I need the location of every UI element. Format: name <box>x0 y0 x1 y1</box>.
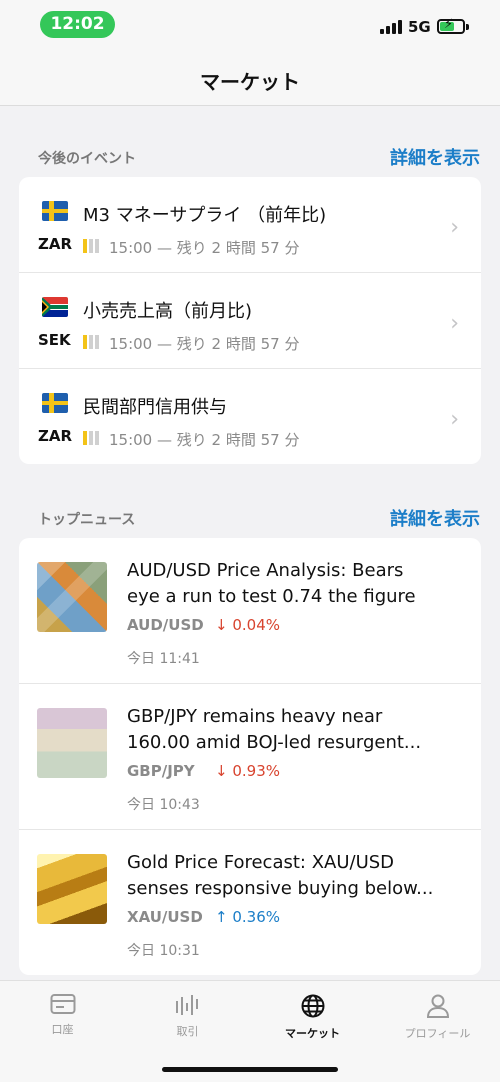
news-change: ↑ 0.36% <box>215 908 280 926</box>
event-time: 15:00 — 残り 2 時間 57 分 <box>109 431 300 449</box>
event-title: M3 マネーサプライ （前年比) <box>83 205 327 226</box>
event-row[interactable]: 小売売上高（前月比) SEK 15:00 — 残り 2 時間 57 分 › <box>19 273 481 369</box>
gbp-banknotes-image <box>37 708 107 778</box>
importance-bars-icon <box>83 335 99 349</box>
event-time: 15:00 — 残り 2 時間 57 分 <box>109 239 300 257</box>
news-headline: AUD/USD Price Analysis: Bears eye a run … <box>127 558 457 610</box>
aud-banknotes-image <box>37 562 107 632</box>
news-headline-line-1: Gold Price Forecast: XAU/USD <box>127 852 395 873</box>
news-headline-line-2: 160.00 amid BOJ-led resurgent... <box>127 732 422 753</box>
news-row[interactable]: Gold Price Forecast: XAU/USD senses resp… <box>19 830 481 975</box>
news-headline-line-2: senses responsive buying below... <box>127 878 434 899</box>
page-title: マーケット <box>200 70 300 94</box>
tab-label: プロフィール <box>404 1027 471 1040</box>
profile-icon <box>426 994 449 1018</box>
news-headline: GBP/JPY remains heavy near 160.00 amid B… <box>127 704 457 756</box>
news-time: 今日 11:41 <box>127 651 200 667</box>
event-currency: ZAR <box>38 235 73 253</box>
sweden-flag-icon <box>42 201 68 221</box>
chevron-right-icon: › <box>450 311 459 336</box>
gold-bars-image <box>37 854 107 924</box>
news-headline-line-2: eye a run to test 0.74 the figure <box>127 586 416 607</box>
trading-chart-icon <box>175 995 198 1015</box>
events-section-title: 今後のイベント <box>38 151 136 167</box>
importance-bars-icon <box>83 239 99 253</box>
event-currency: SEK <box>38 331 71 349</box>
status-time[interactable]: 12:02 <box>40 11 115 38</box>
news-section-title: トップニュース <box>38 512 136 528</box>
chevron-right-icon: › <box>450 407 459 432</box>
news-more-link[interactable]: 詳細を表示 <box>390 505 480 531</box>
chevron-right-icon: › <box>450 215 459 240</box>
charging-bolt-icon: ⚡ <box>444 17 454 32</box>
events-more-link[interactable]: 詳細を表示 <box>390 144 480 170</box>
event-title: 小売売上高（前月比) <box>83 301 253 322</box>
news-pair: AUD/USD <box>127 616 204 634</box>
battery-tip <box>466 24 469 30</box>
tab-account[interactable]: 口座 <box>0 989 125 1049</box>
network-type: 5G <box>408 18 431 36</box>
event-currency: ZAR <box>38 427 73 445</box>
news-card: AUD/USD Price Analysis: Bears eye a run … <box>19 538 481 975</box>
news-time: 今日 10:43 <box>127 797 200 813</box>
event-row[interactable]: M3 マネーサプライ （前年比) ZAR 15:00 — 残り 2 時間 57 … <box>19 177 481 273</box>
tab-profile[interactable]: プロフィール <box>375 989 500 1049</box>
event-row[interactable]: 民間部門信用供与 ZAR 15:00 — 残り 2 時間 57 分 › <box>19 369 481 464</box>
events-section-header: 今後のイベント 詳細を表示 <box>38 144 480 170</box>
navigation-bar: マーケット <box>0 50 500 106</box>
cellular-signal-icon <box>380 20 402 34</box>
globe-icon <box>301 994 324 1018</box>
news-time: 今日 10:31 <box>127 943 200 959</box>
home-indicator[interactable] <box>162 1067 338 1072</box>
tab-label: マーケット <box>285 1027 340 1040</box>
news-headline-line-1: AUD/USD Price Analysis: Bears <box>127 560 404 581</box>
sweden-flag-icon <box>42 393 68 413</box>
south-africa-flag-icon <box>42 297 68 317</box>
news-pair: XAU/USD <box>127 908 203 926</box>
event-time: 15:00 — 残り 2 時間 57 分 <box>109 335 300 353</box>
news-row[interactable]: GBP/JPY remains heavy near 160.00 amid B… <box>19 684 481 830</box>
importance-bars-icon <box>83 431 99 445</box>
news-row[interactable]: AUD/USD Price Analysis: Bears eye a run … <box>19 538 481 684</box>
news-pair: GBP/JPY <box>127 762 195 780</box>
tab-label: 取引 <box>176 1025 199 1038</box>
news-headline-line-1: GBP/JPY remains heavy near <box>127 706 383 727</box>
events-card: M3 マネーサプライ （前年比) ZAR 15:00 — 残り 2 時間 57 … <box>19 177 481 464</box>
event-title: 民間部門信用供与 <box>83 397 227 418</box>
news-headline: Gold Price Forecast: XAU/USD senses resp… <box>127 850 457 902</box>
news-change: ↓ 0.93% <box>215 762 280 780</box>
account-card-icon <box>50 994 75 1014</box>
news-change: ↓ 0.04% <box>215 616 280 634</box>
news-section-header: トップニュース 詳細を表示 <box>38 505 480 531</box>
tab-trading[interactable]: 取引 <box>125 989 250 1049</box>
tab-market[interactable]: マーケット <box>250 989 375 1049</box>
status-bar: 12:02 5G ⚡ <box>0 0 500 50</box>
tab-label: 口座 <box>51 1023 74 1036</box>
